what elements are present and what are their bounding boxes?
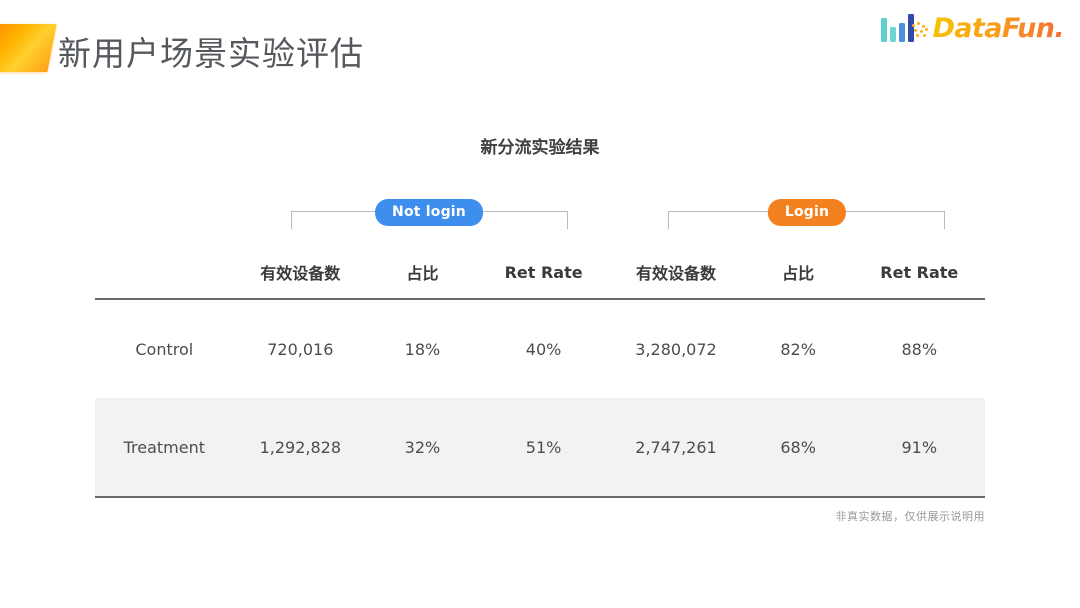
cell-treatment-notlogin-devices: 1,292,828 bbox=[259, 437, 342, 457]
row-label-treatment: Treatment bbox=[123, 437, 205, 457]
orange-parallelogram-mark bbox=[0, 24, 57, 72]
cell-control-login-retrate: 88% bbox=[901, 339, 938, 359]
bar-chart-icon-bar-1 bbox=[881, 18, 888, 42]
bar-chart-icon-bar-2 bbox=[890, 27, 897, 42]
column-header-notlogin-retrate: Ret Rate bbox=[504, 262, 583, 282]
cell-control-login-share: 82% bbox=[780, 339, 816, 359]
cell-treatment-notlogin-share: 32% bbox=[404, 437, 441, 457]
brand-logo: DataFun. bbox=[881, 8, 1064, 48]
table-row: Control 720,016 18% 40% 3,280,072 82% 88… bbox=[95, 299, 985, 398]
table-row: Treatment 1,292,828 32% 51% 2,747,261 68… bbox=[95, 398, 985, 497]
brand-wordmark: DataFun. bbox=[912, 12, 1064, 44]
bar-chart-icon bbox=[881, 14, 915, 42]
cell-treatment-login-share: 68% bbox=[780, 437, 816, 457]
cell-treatment-login-retrate: 91% bbox=[901, 437, 938, 457]
row-label-control: Control bbox=[135, 339, 194, 359]
result-table-block: Not login Login 有效设备数 占比 Ret Rate 有效设备数 … bbox=[95, 190, 985, 498]
cell-control-notlogin-devices: 720,016 bbox=[267, 339, 334, 359]
group-badge-not-login: Not login bbox=[375, 199, 483, 226]
chart-title: 新分流实验结果 bbox=[480, 138, 600, 158]
bar-chart-icon-bar-3 bbox=[899, 23, 906, 42]
column-header-notlogin-share: 占比 bbox=[406, 264, 439, 283]
brand-name-text: DataFun. bbox=[932, 12, 1064, 44]
column-header-notlogin-devices: 有效设备数 bbox=[260, 264, 341, 283]
cell-treatment-login-devices: 2,747,261 bbox=[635, 437, 717, 457]
result-table: 有效设备数 占比 Ret Rate 有效设备数 占比 Ret Rate Cont… bbox=[95, 246, 985, 498]
cell-control-notlogin-share: 18% bbox=[404, 339, 441, 359]
group-brackets: Not login Login bbox=[95, 190, 985, 232]
cell-control-login-devices: 3,280,072 bbox=[635, 339, 717, 359]
slide-header: 新用户场景实验评估 DataFun. bbox=[0, 0, 1080, 90]
cell-treatment-notlogin-retrate: 51% bbox=[525, 437, 562, 457]
table-header-row: 有效设备数 占比 Ret Rate 有效设备数 占比 Ret Rate bbox=[95, 246, 985, 299]
cell-control-notlogin-retrate: 40% bbox=[525, 339, 562, 359]
column-header-rowlabel bbox=[95, 246, 234, 299]
page-title: 新用户场景实验评估 bbox=[58, 34, 364, 73]
column-header-login-retrate: Ret Rate bbox=[880, 262, 959, 282]
column-header-login-devices: 有效设备数 bbox=[635, 264, 716, 283]
group-badge-login: Login bbox=[767, 199, 847, 226]
footnote: 非真实数据，仅供展示说明用 bbox=[835, 510, 985, 523]
column-header-login-share: 占比 bbox=[782, 264, 815, 283]
dots-icon bbox=[912, 21, 930, 38]
